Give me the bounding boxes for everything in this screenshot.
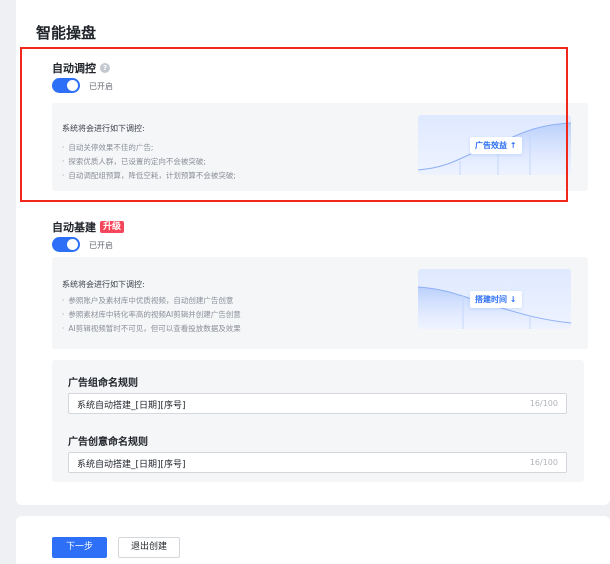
creative-naming-count: 16/100: [529, 458, 558, 467]
group-naming-input[interactable]: 系统自动搭建_[日期][序号] 16/100: [68, 393, 567, 414]
creative-naming-label: 广告创意命名规则: [68, 437, 148, 448]
naming-rules-panel: 广告组命名规则 系统自动搭建_[日期][序号] 16/100 广告创意命名规则 …: [52, 360, 584, 482]
list-item: 参照账户及素材库中优质视频，自动创建广告创意: [62, 294, 241, 308]
auto-build-info-panel: 系统将会进行如下调控: 参照账户及素材库中优质视频，自动创建广告创意 参照素材库…: [52, 257, 588, 349]
toggle-knob: [67, 239, 78, 250]
next-step-button[interactable]: 下一步: [52, 537, 107, 558]
upgrade-badge: 升级: [100, 221, 125, 233]
build-time-down-illustration: 搭建时间 ↓: [418, 269, 571, 329]
auto-build-info-list: 参照账户及素材库中优质视频，自动创建广告创意 参照素材库中转化率高的视频AI剪辑…: [62, 294, 241, 336]
build-time-down-label: 搭建时间 ↓: [470, 291, 522, 308]
highlight-frame: [20, 47, 568, 202]
creative-naming-value: 系统自动搭建_[日期][序号]: [77, 460, 186, 470]
auto-build-title-text: 自动基建: [52, 221, 96, 234]
list-item: AI剪辑视频暂时不可见，但可以查看投放数据及效果: [62, 322, 240, 336]
creative-naming-input[interactable]: 系统自动搭建_[日期][序号] 16/100: [68, 452, 567, 473]
footer-bar: 下一步 退出创建: [16, 516, 610, 564]
group-naming-value: 系统自动搭建_[日期][序号]: [77, 401, 186, 411]
exit-create-button[interactable]: 退出创建: [118, 537, 180, 558]
auto-build-toggle[interactable]: [52, 237, 80, 252]
auto-build-title: 自动基建 升级: [52, 219, 125, 235]
page-title: 智能操盘: [36, 24, 97, 42]
auto-build-toggle-label: 已开启: [89, 241, 113, 250]
list-item: 参照素材库中转化率高的视频AI剪辑并创建广告创意: [62, 308, 240, 322]
group-naming-count: 16/100: [529, 399, 558, 408]
group-naming-label: 广告组命名规则: [68, 378, 138, 389]
auto-build-info-heading: 系统将会进行如下调控:: [62, 280, 145, 289]
